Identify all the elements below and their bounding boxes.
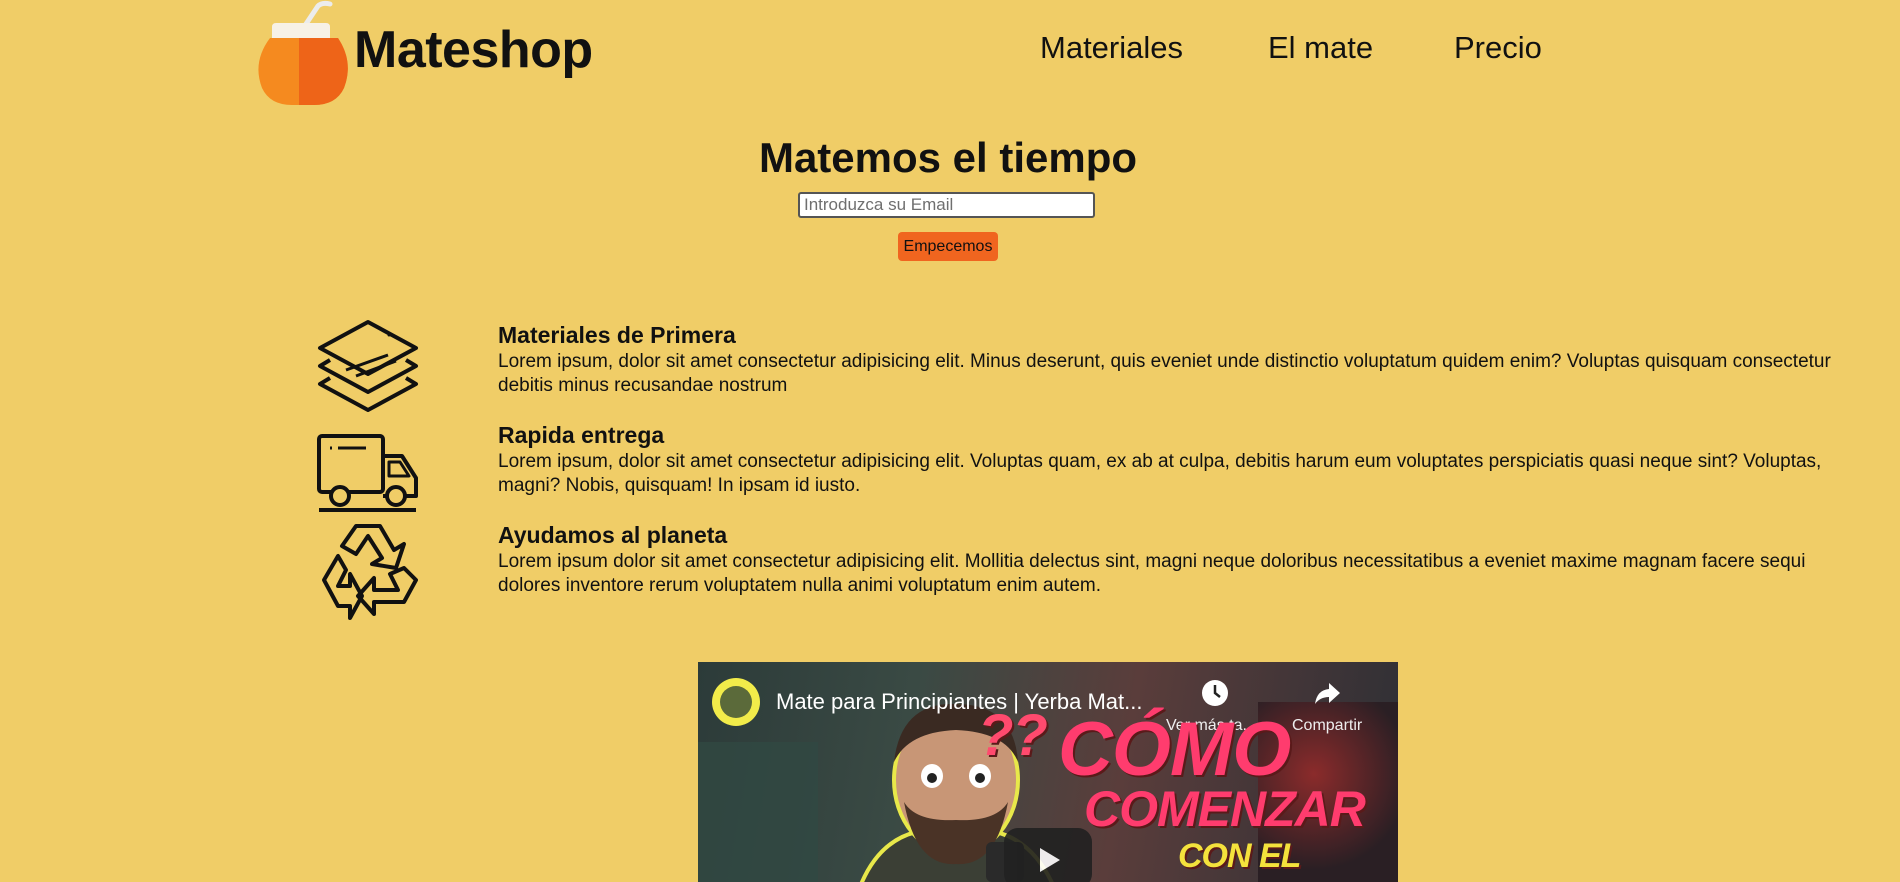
start-button[interactable]: Empecemos [898,232,998,261]
brand-name: Mateshop [354,21,593,79]
video-background [698,742,818,882]
mate-gourd-logo-icon [256,0,356,108]
thumbnail-text: CON EL [1178,837,1301,875]
thumbnail-question-marks: ?? [978,703,1048,768]
thumbnail-text: CÓMO [1058,707,1291,792]
feature-description: Lorem ipsum, dolor sit amet consectetur … [498,351,1831,396]
thumbnail-text: COMENZAR [1084,781,1366,837]
clock-icon[interactable] [1200,678,1230,708]
nav-link-materiales[interactable]: Materiales [1040,28,1183,68]
layers-icon [316,318,420,422]
video-embed[interactable]: Mate para Principiantes | Yerba Mat... V… [698,662,1398,882]
email-input[interactable] [798,192,1095,218]
delivery-truck-icon [316,430,420,534]
feature-description: Lorem ipsum dolor sit amet consectetur a… [498,551,1806,596]
feature-title: Materiales de Primera [498,322,736,348]
nav-link-el-mate[interactable]: El mate [1268,28,1373,68]
feature-title: Rapida entrega [498,422,665,448]
share-label[interactable]: Compartir [1292,716,1362,736]
hero-title: Matemos el tiempo [758,134,1138,181]
recycle-icon [316,522,420,626]
share-icon[interactable] [1312,678,1342,708]
feature-description: Lorem ipsum, dolor sit amet consectetur … [498,451,1822,496]
nav-link-precio[interactable]: Precio [1454,28,1542,68]
feature-title: Ayudamos al planeta [498,522,728,548]
channel-avatar[interactable] [712,678,760,726]
